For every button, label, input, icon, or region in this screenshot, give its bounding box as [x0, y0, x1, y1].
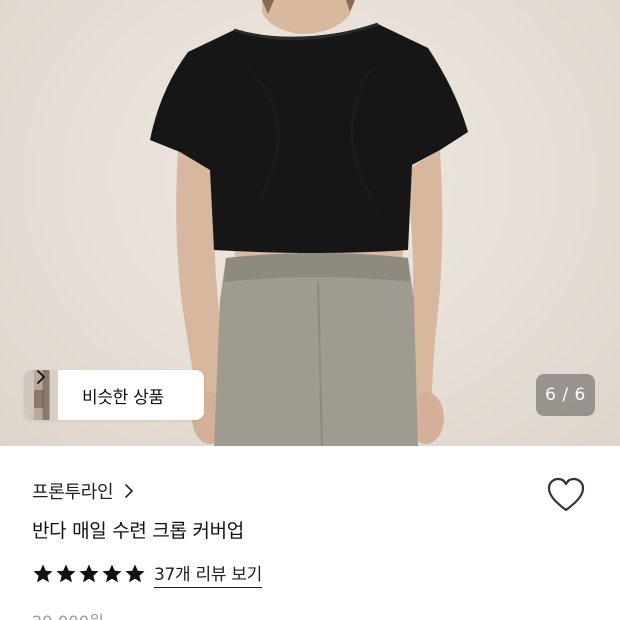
- review-link[interactable]: 37개 리뷰 보기: [154, 560, 262, 588]
- star-filled-icon: [79, 564, 99, 583]
- star-filled-icon: [125, 564, 145, 583]
- chevron-right-icon: [125, 484, 134, 498]
- similar-products-label: 비슷한 상품: [82, 387, 164, 408]
- brand-link[interactable]: 프론투라인: [32, 478, 135, 504]
- chevron-right-icon: [37, 370, 45, 384]
- star-filled-icon: [33, 564, 53, 583]
- heart-outline-icon[interactable]: [546, 476, 586, 514]
- product-photo[interactable]: 비슷한 상품 6 / 6: [0, 0, 620, 446]
- similar-products-button[interactable]: 비슷한 상품: [24, 370, 204, 420]
- rating-row: 37개 리뷰 보기: [32, 560, 262, 588]
- product-title: 반다 매일 수련 크롭 커버업: [32, 520, 244, 542]
- brand-name: 프론투라인: [32, 482, 114, 503]
- original-price: 29,000원: [32, 608, 104, 620]
- star-filled-icon: [102, 564, 122, 583]
- image-page-counter: 6 / 6: [536, 374, 595, 416]
- star-rating: [32, 563, 146, 585]
- star-filled-icon: [56, 564, 76, 583]
